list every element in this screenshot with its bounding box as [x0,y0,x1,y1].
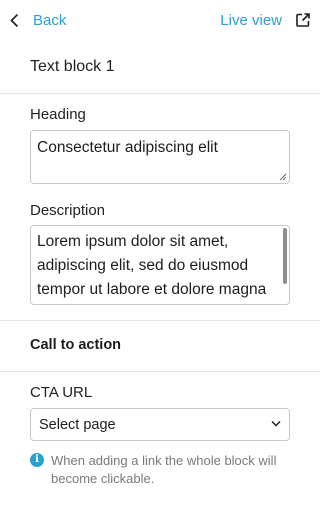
back-label: Back [33,11,67,29]
divider [0,371,320,372]
block-title-row: Text block 1 [0,40,320,94]
live-view-button[interactable]: Live view [220,9,310,31]
cta-url-label: CTA URL [30,384,93,401]
resize-handle-icon[interactable] [279,173,287,181]
cta-section-title: Call to action [30,337,122,353]
description-value: Lorem ipsum dolor sit amet, adipiscing e… [37,233,267,298]
live-view-label: Live view [220,11,282,29]
description-label: Description [30,202,106,219]
external-link-icon [296,13,310,27]
heading-label: Heading [30,106,86,123]
back-button[interactable]: Back [10,9,66,31]
cta-info-text: When adding a link the whole block will … [51,453,277,486]
chevron-down-icon [271,420,281,427]
divider [0,320,320,321]
cta-url-select-value: Select page [39,417,116,433]
top-bar: Back Live view [0,0,320,40]
cta-url-select[interactable]: Select page [30,408,290,441]
description-scrollbar[interactable] [283,228,287,284]
info-icon: i [30,453,44,467]
heading-value: Consectetur adipiscing elit [37,139,218,156]
description-input[interactable]: Lorem ipsum dolor sit amet, adipiscing e… [30,225,290,305]
chevron-left-icon [10,13,18,27]
heading-input[interactable]: Consectetur adipiscing elit [30,130,290,184]
block-title: Text block 1 [30,58,115,75]
